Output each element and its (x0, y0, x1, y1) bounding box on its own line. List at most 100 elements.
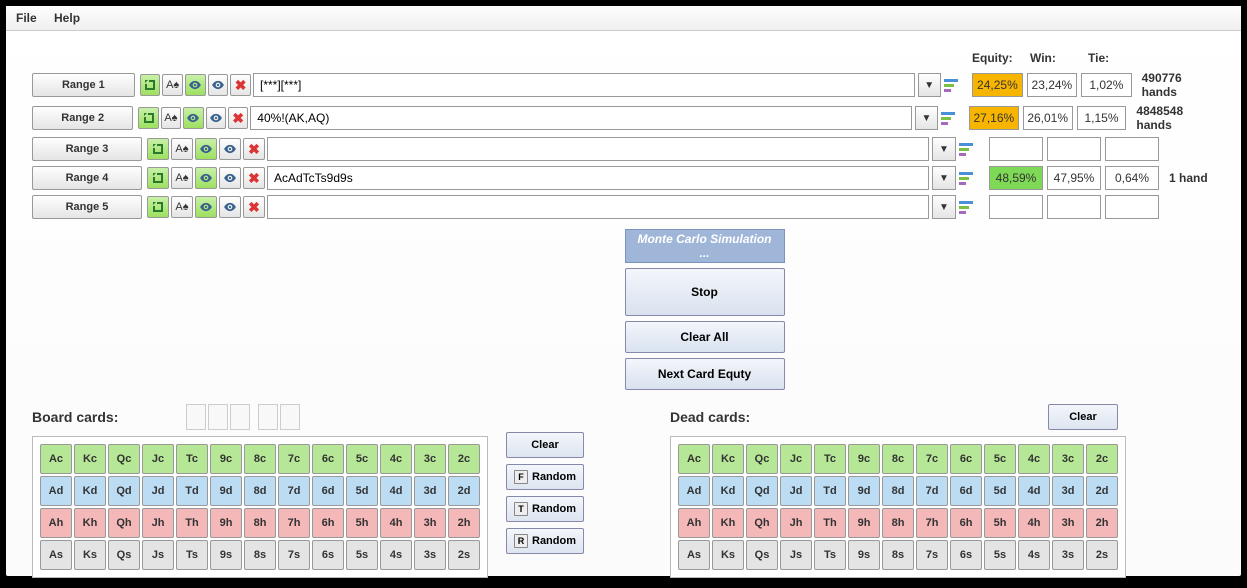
range-input[interactable] (267, 166, 929, 190)
board-card-6c[interactable]: 6c (312, 444, 344, 474)
dead-card-7h[interactable]: 7h (916, 508, 948, 538)
menu-file[interactable]: File (16, 11, 37, 25)
range-input[interactable] (250, 106, 912, 130)
board-slot-4[interactable] (258, 404, 278, 430)
board-random-turn-button[interactable]: T Random (506, 496, 584, 522)
dead-card-8h[interactable]: 8h (882, 508, 914, 538)
hide-eye-icon[interactable] (206, 107, 226, 129)
dead-card-Qh[interactable]: Qh (746, 508, 778, 538)
dead-card-9c[interactable]: 9c (848, 444, 880, 474)
board-card-Qd[interactable]: Qd (108, 476, 140, 506)
dead-card-7c[interactable]: 7c (916, 444, 948, 474)
card-picker-icon[interactable]: A♠ (171, 196, 193, 218)
import-icon[interactable] (138, 107, 158, 129)
board-clear-button[interactable]: Clear (506, 432, 584, 458)
board-card-Qs[interactable]: Qs (108, 540, 140, 570)
card-picker-icon[interactable]: A♠ (162, 74, 183, 96)
board-card-5c[interactable]: 5c (346, 444, 378, 474)
range-dropdown-icon[interactable]: ▼ (915, 106, 937, 130)
dead-card-6s[interactable]: 6s (950, 540, 982, 570)
dead-card-Kh[interactable]: Kh (712, 508, 744, 538)
import-icon[interactable] (147, 196, 169, 218)
board-card-8s[interactable]: 8s (244, 540, 276, 570)
dead-card-4c[interactable]: 4c (1018, 444, 1050, 474)
board-card-6h[interactable]: 6h (312, 508, 344, 538)
dead-card-4h[interactable]: 4h (1018, 508, 1050, 538)
stats-bars-icon[interactable] (944, 74, 963, 96)
board-card-Kh[interactable]: Kh (74, 508, 106, 538)
dead-card-3d[interactable]: 3d (1052, 476, 1084, 506)
board-card-2h[interactable]: 2h (448, 508, 480, 538)
board-card-4s[interactable]: 4s (380, 540, 412, 570)
board-card-Js[interactable]: Js (142, 540, 174, 570)
dead-card-6h[interactable]: 6h (950, 508, 982, 538)
board-card-9c[interactable]: 9c (210, 444, 242, 474)
board-card-4c[interactable]: 4c (380, 444, 412, 474)
board-card-5s[interactable]: 5s (346, 540, 378, 570)
range-input[interactable] (267, 137, 929, 161)
dead-card-Ad[interactable]: Ad (678, 476, 710, 506)
hide-eye-icon[interactable] (219, 167, 241, 189)
dead-card-6d[interactable]: 6d (950, 476, 982, 506)
board-card-9s[interactable]: 9s (210, 540, 242, 570)
dead-card-8s[interactable]: 8s (882, 540, 914, 570)
board-card-Ks[interactable]: Ks (74, 540, 106, 570)
board-card-9h[interactable]: 9h (210, 508, 242, 538)
range-input[interactable] (267, 195, 929, 219)
range-label-button[interactable]: Range 4 (32, 166, 142, 190)
board-card-3s[interactable]: 3s (414, 540, 446, 570)
board-card-Ts[interactable]: Ts (176, 540, 208, 570)
dead-card-2s[interactable]: 2s (1086, 540, 1118, 570)
card-picker-icon[interactable]: A♠ (161, 107, 181, 129)
dead-card-4d[interactable]: 4d (1018, 476, 1050, 506)
board-slot-2[interactable] (208, 404, 228, 430)
board-card-3d[interactable]: 3d (414, 476, 446, 506)
dead-card-5h[interactable]: 5h (984, 508, 1016, 538)
hide-eye-icon[interactable] (219, 138, 241, 160)
board-random-flop-button[interactable]: F Random (506, 464, 584, 490)
dead-card-As[interactable]: As (678, 540, 710, 570)
range-label-button[interactable]: Range 5 (32, 195, 142, 219)
board-card-5d[interactable]: 5d (346, 476, 378, 506)
dead-card-Kd[interactable]: Kd (712, 476, 744, 506)
dead-card-8c[interactable]: 8c (882, 444, 914, 474)
board-card-3h[interactable]: 3h (414, 508, 446, 538)
board-slot-5[interactable] (280, 404, 300, 430)
dead-card-3s[interactable]: 3s (1052, 540, 1084, 570)
dead-card-9d[interactable]: 9d (848, 476, 880, 506)
board-card-Td[interactable]: Td (176, 476, 208, 506)
range-dropdown-icon[interactable]: ▼ (932, 137, 956, 161)
card-picker-icon[interactable]: A♠ (171, 167, 193, 189)
delete-icon[interactable]: ✖ (243, 167, 265, 189)
menu-help[interactable]: Help (54, 11, 80, 25)
show-eye-icon[interactable] (195, 138, 217, 160)
dead-card-Qs[interactable]: Qs (746, 540, 778, 570)
range-dropdown-icon[interactable]: ▼ (932, 166, 956, 190)
dead-card-Jd[interactable]: Jd (780, 476, 812, 506)
board-card-Kc[interactable]: Kc (74, 444, 106, 474)
dead-card-2c[interactable]: 2c (1086, 444, 1118, 474)
dead-card-Jc[interactable]: Jc (780, 444, 812, 474)
board-card-8d[interactable]: 8d (244, 476, 276, 506)
import-icon[interactable] (140, 74, 161, 96)
board-card-7s[interactable]: 7s (278, 540, 310, 570)
card-picker-icon[interactable]: A♠ (171, 138, 193, 160)
dead-card-8d[interactable]: 8d (882, 476, 914, 506)
dead-card-5c[interactable]: 5c (984, 444, 1016, 474)
dead-card-Tc[interactable]: Tc (814, 444, 846, 474)
board-card-2d[interactable]: 2d (448, 476, 480, 506)
dead-card-7d[interactable]: 7d (916, 476, 948, 506)
delete-icon[interactable]: ✖ (230, 74, 251, 96)
board-card-As[interactable]: As (40, 540, 72, 570)
board-card-Ac[interactable]: Ac (40, 444, 72, 474)
range-label-button[interactable]: Range 3 (32, 137, 142, 161)
board-random-river-button[interactable]: R Random (506, 528, 584, 554)
dead-card-Qc[interactable]: Qc (746, 444, 778, 474)
dead-card-Jh[interactable]: Jh (780, 508, 812, 538)
board-card-Tc[interactable]: Tc (176, 444, 208, 474)
hide-eye-icon[interactable] (219, 196, 241, 218)
show-eye-icon[interactable] (195, 196, 217, 218)
board-card-4d[interactable]: 4d (380, 476, 412, 506)
stats-bars-icon[interactable] (959, 138, 979, 160)
board-card-Jc[interactable]: Jc (142, 444, 174, 474)
